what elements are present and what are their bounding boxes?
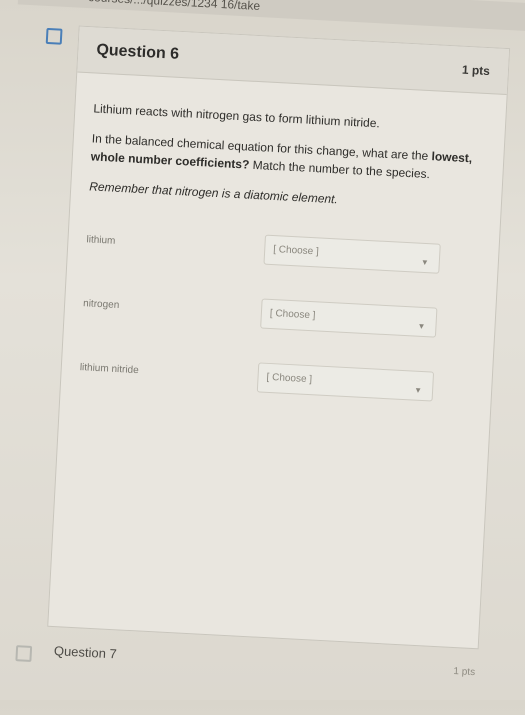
next-question-title: Question 7 — [53, 643, 118, 662]
match-label: lithium — [86, 234, 116, 247]
dropdown-arrow-icon: ▼ — [420, 257, 430, 268]
match-row-lithium-nitride: lithium nitride [ Choose ] ▼ — [77, 359, 478, 444]
flag-question-icon[interactable] — [45, 27, 63, 45]
flag-question-icon[interactable] — [15, 645, 33, 662]
match-label: lithium nitride — [79, 362, 139, 377]
question-body: Lithium reacts with nitrogen gas to form… — [59, 73, 507, 445]
photographed-screen: courses/.../quizzes/1234 16/take Questio… — [0, 0, 525, 713]
question-title: Question 6 — [96, 41, 180, 63]
dropdown-arrow-icon: ▼ — [417, 321, 426, 332]
next-question-points: 1 pts — [453, 666, 476, 679]
url-text: courses/.../quizzes/1234 16/take — [87, 0, 261, 14]
dropdown-arrow-icon: ▼ — [413, 385, 423, 396]
question-points: 1 pts — [461, 62, 491, 78]
question-instruction: In the balanced chemical equation for th… — [90, 131, 473, 182]
question-card: Question 6 1 pts Lithium reacts with nit… — [47, 25, 511, 650]
match-label: nitrogen — [82, 298, 120, 312]
